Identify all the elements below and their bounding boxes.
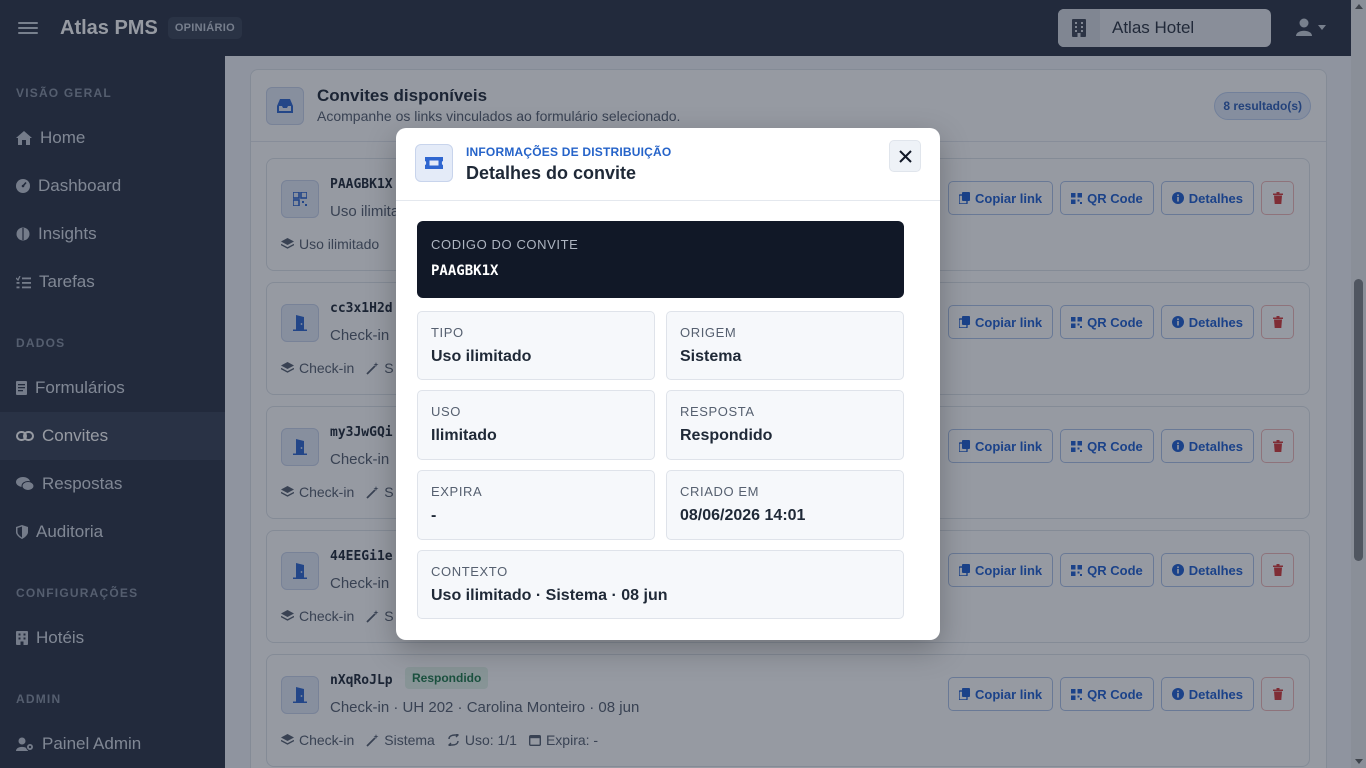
field-expira: EXPIRA - — [417, 470, 655, 540]
modal-header: INFORMAÇÕES DE DISTRIBUIÇÃO Detalhes do … — [396, 128, 940, 201]
field-value: 08/06/2026 14:01 — [680, 507, 806, 524]
field-value: Uso ilimitado · Sistema · 08 jun — [431, 587, 668, 604]
close-button[interactable] — [889, 140, 921, 172]
field-uso: USO Ilimitado — [417, 390, 655, 460]
invite-code-box: CODIGO DO CONVITE PAAGBK1X — [417, 221, 904, 298]
close-icon — [898, 149, 912, 163]
scroll-down-icon[interactable] — [1355, 759, 1363, 764]
field-label: CONTEXTO — [431, 564, 508, 579]
field-criado-em: CRIADO EM 08/06/2026 14:01 — [666, 470, 904, 540]
invite-code-value: PAAGBK1X — [431, 263, 499, 279]
field-label: EXPIRA — [431, 484, 483, 499]
field-value: Uso ilimitado — [431, 348, 532, 365]
field-value: Sistema — [680, 348, 742, 365]
scrollbar-thumb[interactable] — [1354, 279, 1363, 561]
field-label: TIPO — [431, 325, 464, 340]
field-label: RESPOSTA — [680, 404, 755, 419]
modal-eyebrow: INFORMAÇÕES DE DISTRIBUIÇÃO — [466, 145, 672, 159]
field-value: Respondido — [680, 427, 773, 444]
page-scrollbar[interactable] — [1351, 0, 1366, 768]
invite-code-label: CODIGO DO CONVITE — [431, 237, 579, 252]
scroll-up-icon[interactable] — [1355, 4, 1363, 9]
field-value: - — [431, 507, 437, 524]
field-label: USO — [431, 404, 461, 419]
field-contexto: CONTEXTO Uso ilimitado · Sistema · 08 ju… — [417, 550, 904, 619]
field-value: Ilimitado — [431, 427, 497, 444]
field-tipo: TIPO Uso ilimitado — [417, 311, 655, 380]
field-label: ORIGEM — [680, 325, 737, 340]
field-origem: ORIGEM Sistema — [666, 311, 904, 380]
field-label: CRIADO EM — [680, 484, 760, 499]
invite-details-modal: INFORMAÇÕES DE DISTRIBUIÇÃO Detalhes do … — [396, 128, 940, 640]
ticket-icon — [415, 144, 453, 182]
field-resposta: RESPOSTA Respondido — [666, 390, 904, 460]
modal-title: Detalhes do convite — [466, 163, 637, 183]
